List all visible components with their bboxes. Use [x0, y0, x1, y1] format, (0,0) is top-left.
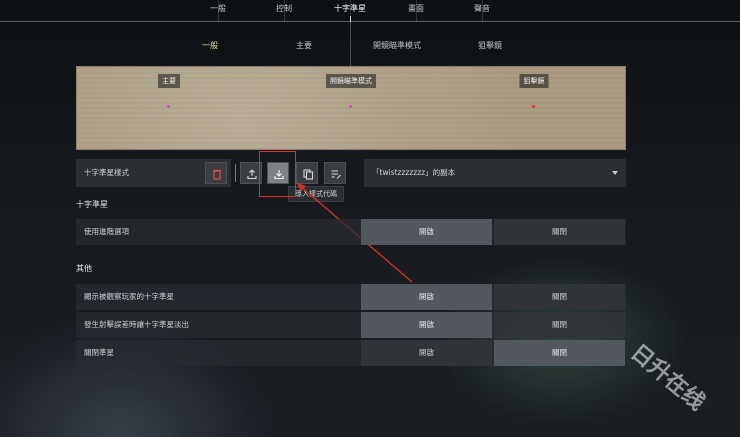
setting-row: 發生射擊誤差時讓十字準星淡出 開啟 關閉 — [76, 312, 626, 338]
option-off[interactable]: 關閉 — [494, 340, 625, 366]
option-on[interactable]: 開啟 — [361, 312, 492, 338]
option-on[interactable]: 開啟 — [361, 340, 492, 366]
setting-row: 顯示被觀察玩家的十字準星 開啟 關閉 — [76, 284, 626, 310]
section-title-crosshair: 十字準星 — [76, 200, 108, 209]
option-off[interactable]: 關閉 — [494, 312, 625, 338]
option-on[interactable]: 開啟 — [361, 284, 492, 310]
setting-label: 使用進階選項 — [84, 227, 129, 236]
option-on[interactable]: 開啟 — [361, 219, 492, 245]
setting-row: 關閉準星 開啟 關閉 — [76, 340, 626, 366]
setting-row: 使用進階選項 開啟 關閉 — [76, 219, 626, 245]
section-title-other: 其他 — [76, 264, 92, 273]
option-off[interactable]: 關閉 — [494, 284, 625, 310]
setting-label: 發生射擊誤差時讓十字準星淡出 — [84, 320, 189, 329]
setting-label: 顯示被觀察玩家的十字準星 — [84, 292, 174, 301]
option-off[interactable]: 關閉 — [494, 219, 625, 245]
setting-label: 關閉準星 — [84, 348, 114, 357]
